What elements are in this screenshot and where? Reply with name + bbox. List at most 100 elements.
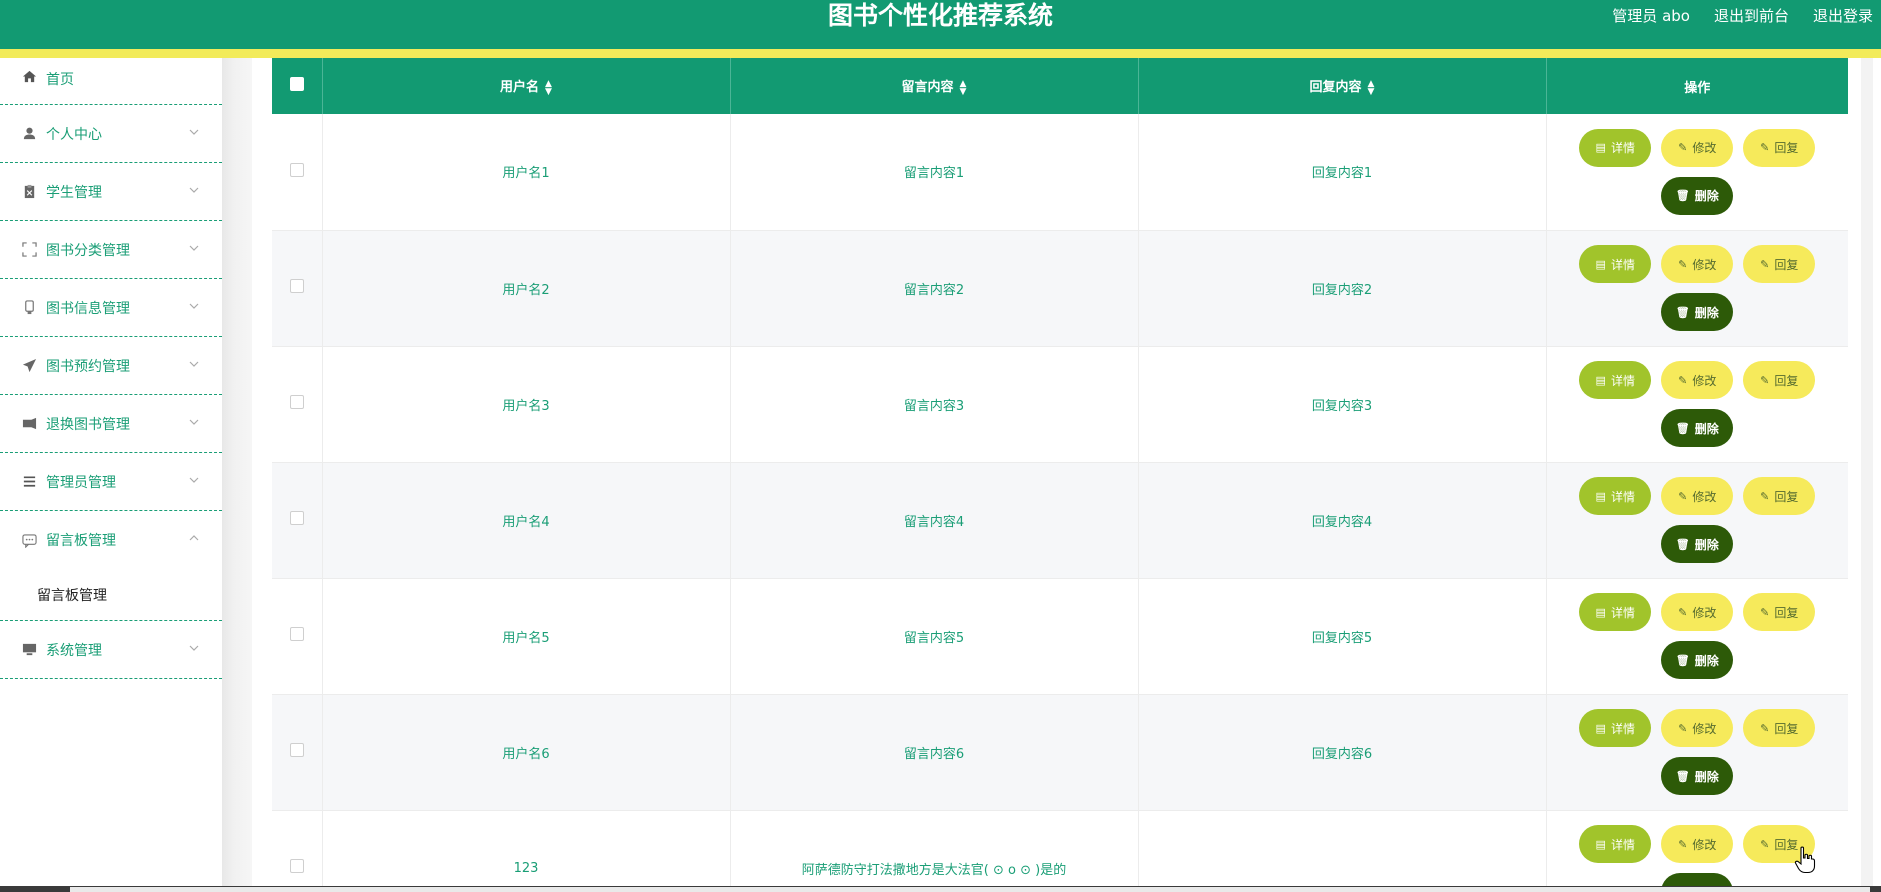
row-select-cell: [272, 346, 323, 463]
pencil-icon: ✎: [1678, 605, 1688, 619]
cell-reply: 回复内容5: [1138, 578, 1547, 695]
book-icon: [22, 300, 37, 315]
row-checkbox[interactable]: [289, 743, 304, 757]
detail-button[interactable]: ▤ 详情: [1579, 593, 1652, 631]
cell-username: 用户名2: [322, 230, 731, 347]
pencil-icon: ✎: [1678, 489, 1688, 503]
reply-button[interactable]: ✎ 回复: [1743, 709, 1816, 747]
sidebar-item-admin-management[interactable]: 管理员管理: [0, 453, 222, 511]
message-table: 用户名 ▲ ▼ 留言内容 ▲ ▼ 回复内容 ▲ ▼ 操作 用户名1 留言内容1 回复内容1: [272, 58, 1848, 892]
sidebar-item-message-board-management[interactable]: 留言板管理: [0, 511, 222, 569]
cell-reply: 回复内容4: [1138, 462, 1547, 579]
chevron-down-icon: [188, 300, 200, 312]
sidebar-item-system-management[interactable]: 系统管理: [0, 621, 222, 679]
row-checkbox[interactable]: [289, 627, 304, 641]
sidebar-item-book-info-management[interactable]: 图书信息管理: [0, 279, 222, 337]
edit-button[interactable]: ✎ 修改: [1661, 477, 1734, 515]
column-header-message[interactable]: 留言内容 ▲ ▼: [730, 58, 1139, 114]
pencil-icon: ✎: [1760, 837, 1770, 851]
delete-button[interactable]: 🗑 删除: [1661, 293, 1734, 331]
cell-reply: 回复内容2: [1138, 230, 1547, 347]
top-header: 图书个性化推荐系统 管理员 abo 退出到前台 退出登录: [0, 0, 1881, 49]
actions-row: ▤ 详情 ✎ 修改 ✎ 回复: [1559, 128, 1837, 167]
cell-message: 留言内容3: [730, 346, 1139, 463]
trash-icon: 🗑: [1675, 421, 1690, 435]
detail-button[interactable]: ▤ 详情: [1579, 477, 1652, 515]
horizontal-scrollbar[interactable]: [70, 887, 1870, 892]
row-checkbox[interactable]: [289, 279, 304, 293]
detail-button[interactable]: ▤ 详情: [1579, 709, 1652, 747]
select-all-checkbox[interactable]: [289, 77, 304, 91]
pencil-icon: ✎: [1760, 141, 1770, 155]
chevron-down-icon: [188, 474, 200, 486]
delete-button[interactable]: 🗑 删除: [1661, 409, 1734, 447]
document-icon: ▤: [1595, 605, 1606, 619]
reply-button[interactable]: ✎ 回复: [1743, 477, 1816, 515]
exit-to-frontend-link[interactable]: 退出到前台: [1714, 5, 1789, 26]
document-icon: ▤: [1595, 373, 1606, 387]
reply-button[interactable]: ✎ 回复: [1743, 128, 1816, 167]
reply-button[interactable]: ✎ 回复: [1743, 245, 1816, 283]
row-checkbox[interactable]: [289, 511, 304, 525]
row-checkbox[interactable]: [289, 859, 304, 873]
detail-button[interactable]: ▤ 详情: [1579, 361, 1652, 399]
table-row: 用户名3 留言内容3 回复内容3 ▤ 详情 ✎ 修改 ✎ 回复 �: [272, 346, 1848, 463]
column-header-reply[interactable]: 回复内容 ▲ ▼: [1138, 58, 1547, 114]
delete-button[interactable]: 🗑 删除: [1661, 757, 1734, 795]
sidebar-item-label: 图书预约管理: [46, 358, 130, 375]
row-checkbox[interactable]: [289, 395, 304, 409]
actions-row: ▤ 详情 ✎ 修改 ✎ 回复: [1559, 477, 1837, 515]
detail-button[interactable]: ▤ 详情: [1579, 128, 1652, 167]
cell-reply: [1138, 810, 1547, 892]
cell-message: 留言内容2: [730, 230, 1139, 347]
reply-button[interactable]: ✎ 回复: [1743, 593, 1816, 631]
sidebar-subitem-message-board-management[interactable]: 留言板管理: [37, 585, 107, 605]
trash-icon: 🗑: [1675, 769, 1690, 783]
cell-username: 123: [322, 810, 731, 892]
sidebar-item-student-management[interactable]: 学生管理: [0, 163, 222, 221]
sidebar-item-label: 图书信息管理: [46, 300, 130, 317]
edit-button[interactable]: ✎ 修改: [1661, 825, 1734, 863]
sidebar-item-label: 系统管理: [46, 642, 102, 659]
document-icon: ▤: [1595, 721, 1606, 735]
edit-button[interactable]: ✎ 修改: [1661, 128, 1734, 167]
row-select-cell: [272, 230, 323, 347]
sidebar-item-book-category-management[interactable]: 图书分类管理: [0, 221, 222, 279]
clipboard-icon: [22, 184, 37, 199]
detail-button[interactable]: ▤ 详情: [1579, 825, 1652, 863]
chat-icon: [22, 533, 37, 548]
actions-row: ▤ 详情 ✎ 修改 ✎ 回复: [1559, 593, 1837, 631]
document-icon: ▤: [1595, 837, 1606, 851]
column-header-username[interactable]: 用户名 ▲ ▼: [322, 58, 731, 114]
chevron-down-icon: [188, 358, 200, 370]
logout-link[interactable]: 退出登录: [1813, 5, 1873, 26]
column-header-actions: 操作: [1546, 58, 1848, 114]
sidebar-item-home[interactable]: 首页: [0, 58, 222, 105]
edit-button[interactable]: ✎ 修改: [1661, 361, 1734, 399]
sidebar-item-label: 退换图书管理: [46, 416, 130, 433]
edit-button[interactable]: ✎ 修改: [1661, 709, 1734, 747]
delete-button[interactable]: 🗑 删除: [1661, 641, 1734, 679]
sidebar-item-label: 图书分类管理: [46, 242, 130, 259]
edit-button[interactable]: ✎ 修改: [1661, 245, 1734, 283]
sidebar-item-book-reservation-management[interactable]: 图书预约管理: [0, 337, 222, 395]
sidebar: 首页 个人中心 学生管理 图书分类管理 图书信息管理 图书预约管理 退换图书管理…: [0, 58, 222, 892]
delete-button[interactable]: 🗑 删除: [1661, 525, 1734, 563]
sort-icon: ▲ ▼: [1367, 78, 1375, 97]
actions-row: 🗑 删除: [1559, 409, 1837, 447]
row-checkbox[interactable]: [289, 162, 304, 177]
reply-button[interactable]: ✎ 回复: [1743, 361, 1816, 399]
app-title: 图书个性化推荐系统: [827, 1, 1053, 30]
table-row: 用户名1 留言内容1 回复内容1 ▤ 详情 ✎ 修改 ✎ 回复 �: [272, 114, 1848, 231]
cell-reply: 回复内容3: [1138, 346, 1547, 463]
vertical-scrollbar[interactable]: [1861, 58, 1873, 886]
sidebar-item-personal-center[interactable]: 个人中心: [0, 105, 222, 163]
delete-button[interactable]: 🗑 删除: [1661, 176, 1734, 215]
detail-button[interactable]: ▤ 详情: [1579, 245, 1652, 283]
actions-row: 🗑 删除: [1559, 757, 1837, 795]
sidebar-item-book-return-management[interactable]: 退换图书管理: [0, 395, 222, 453]
edit-button[interactable]: ✎ 修改: [1661, 593, 1734, 631]
pencil-icon: ✎: [1760, 489, 1770, 503]
actions-row: ▤ 详情 ✎ 修改 ✎ 回复: [1559, 709, 1837, 747]
cell-message: 阿萨德防守打法撒地方是大法官( ⊙ o ⊙ )是的: [730, 810, 1139, 892]
